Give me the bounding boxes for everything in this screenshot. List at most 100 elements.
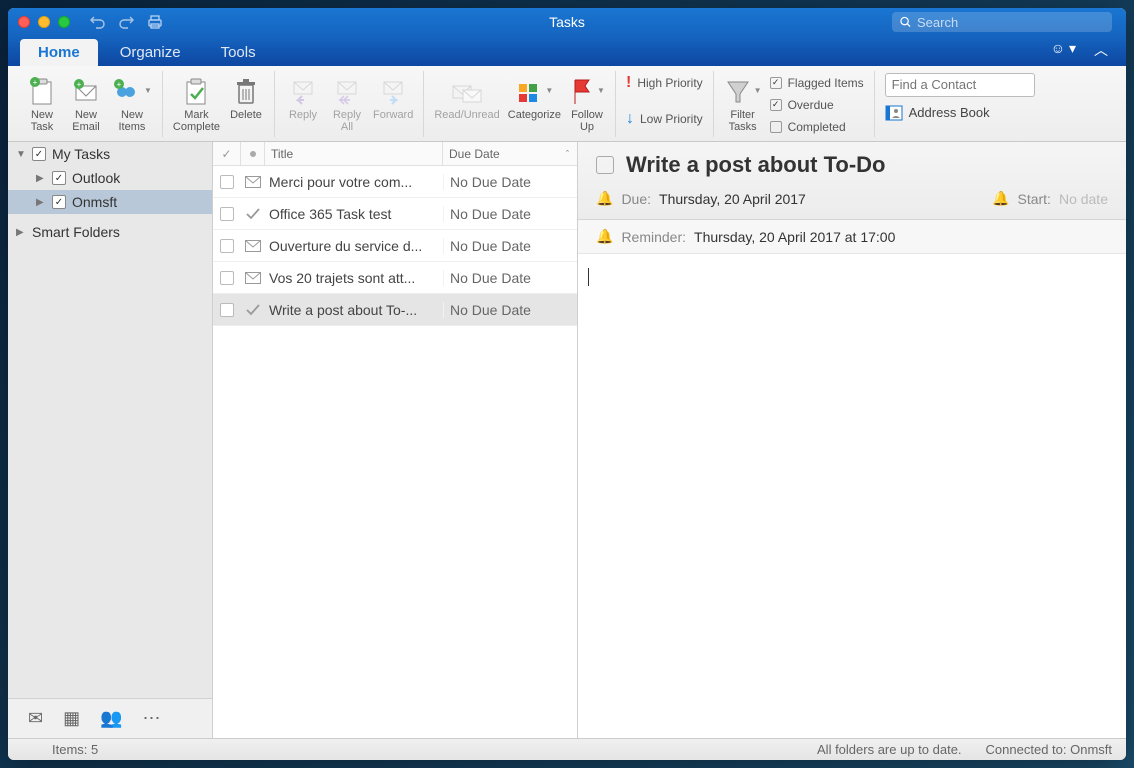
search-input[interactable] (917, 15, 1104, 30)
row-checkbox[interactable] (220, 303, 234, 317)
col-complete[interactable]: ✓ (213, 142, 241, 165)
address-book-button[interactable]: Address Book (885, 105, 1035, 121)
high-priority-button[interactable]: ! High Priority (626, 73, 703, 93)
mark-complete-button[interactable]: MarkComplete (169, 71, 224, 135)
row-type-icon (241, 240, 265, 252)
follow-up-icon (569, 76, 595, 106)
detail-start[interactable]: 🔔 Start: No date (992, 190, 1108, 207)
app-window: Tasks Home Organize Tools ☺ ▾ ︿ + NewTas… (8, 8, 1126, 760)
task-row[interactable]: Vos 20 trajets sont att...No Due Date (213, 262, 577, 294)
new-items-label: NewItems (119, 109, 146, 133)
reply-icon (290, 76, 316, 106)
nav-mail-icon[interactable]: ✉ (28, 708, 43, 729)
low-priority-label: Low Priority (640, 112, 703, 126)
new-task-icon: + (29, 76, 55, 106)
new-email-button[interactable]: + NewEmail (64, 71, 108, 135)
filter-tasks-button[interactable]: ▼ FilterTasks (720, 71, 766, 135)
new-email-icon: + (73, 76, 99, 106)
undo-icon[interactable] (90, 15, 106, 29)
window-controls (8, 16, 70, 28)
row-title: Ouverture du service d... (265, 238, 443, 254)
read-unread-icon (451, 76, 483, 106)
high-priority-label: High Priority (637, 76, 702, 90)
read-unread-button[interactable]: Read/Unread (430, 71, 503, 123)
bell-icon: 🔔 (596, 190, 613, 207)
filter-tasks-label: FilterTasks (729, 109, 757, 133)
bell-icon: 🔔 (992, 190, 1009, 207)
nav-calendar-icon[interactable]: ▦ (63, 708, 80, 729)
search-icon (900, 16, 911, 28)
row-checkbox[interactable] (220, 207, 234, 221)
sidebar-my-tasks[interactable]: ▼✓ My Tasks (8, 142, 212, 166)
collapse-ribbon-icon[interactable]: ︿ (1094, 40, 1108, 60)
categorize-button[interactable]: ▼ Categorize (504, 71, 565, 123)
low-priority-button[interactable]: ↓ Low Priority (626, 109, 703, 129)
tab-tools[interactable]: Tools (203, 39, 274, 66)
forward-button[interactable]: Forward (369, 71, 417, 123)
delete-button[interactable]: Delete (224, 71, 268, 123)
quick-access-toolbar (90, 14, 164, 30)
detail-complete-checkbox[interactable] (596, 156, 614, 174)
svg-text:+: + (33, 78, 38, 87)
detail-pane: Write a post about To-Do 🔔 Due: Thursday… (578, 142, 1126, 738)
row-title: Write a post about To-... (265, 302, 443, 318)
follow-up-button[interactable]: ▼ FollowUp (565, 71, 609, 135)
filter-flagged-items[interactable]: ✓Flagged Items (770, 73, 864, 93)
nav-more-icon[interactable]: ⋯ (143, 708, 161, 729)
row-type-icon (241, 304, 265, 316)
find-contact-input[interactable] (885, 73, 1035, 97)
redo-icon[interactable] (118, 15, 134, 29)
new-task-label: NewTask (31, 109, 54, 133)
new-items-button[interactable]: +▼ NewItems (108, 71, 156, 135)
row-checkbox[interactable] (220, 175, 234, 189)
row-title: Vos 20 trajets sont att... (265, 270, 443, 286)
forward-label: Forward (373, 109, 413, 121)
filter-overdue[interactable]: ✓Overdue (770, 95, 864, 115)
ribbon-tabs: Home Organize Tools ☺ ▾ ︿ (8, 36, 1126, 66)
sidebar-nav-bar: ✉ ▦ 👥 ⋯ (8, 698, 212, 738)
col-due-date[interactable]: Due Dateˆ (443, 142, 577, 165)
detail-reminder[interactable]: 🔔 Reminder: Thursday, 20 April 2017 at 1… (578, 220, 1126, 254)
svg-text:+: + (77, 80, 82, 89)
row-checkbox[interactable] (220, 239, 234, 253)
sidebar-outlook[interactable]: ▶✓ Outlook (8, 166, 212, 190)
status-bar: Items: 5 All folders are up to date. Con… (8, 738, 1126, 760)
detail-notes[interactable] (578, 254, 1126, 738)
task-row[interactable]: Merci pour votre com...No Due Date (213, 166, 577, 198)
col-title[interactable]: Title (265, 142, 443, 165)
reply-all-label: ReplyAll (333, 109, 361, 133)
tab-organize[interactable]: Organize (102, 39, 199, 66)
reply-button[interactable]: Reply (281, 71, 325, 123)
close-button[interactable] (18, 16, 30, 28)
tab-home[interactable]: Home (20, 39, 98, 66)
reply-all-button[interactable]: ReplyAll (325, 71, 369, 135)
new-task-button[interactable]: + NewTask (20, 71, 64, 135)
maximize-button[interactable] (58, 16, 70, 28)
new-items-icon: + (112, 76, 142, 106)
task-row[interactable]: Office 365 Task testNo Due Date (213, 198, 577, 230)
minimize-button[interactable] (38, 16, 50, 28)
detail-due[interactable]: 🔔 Due: Thursday, 20 April 2017 (596, 190, 806, 207)
sidebar-onmsft[interactable]: ▶✓ Onmsft (8, 190, 212, 214)
row-due: No Due Date (443, 206, 577, 222)
search-field[interactable] (892, 12, 1112, 32)
row-checkbox[interactable] (220, 271, 234, 285)
delete-label: Delete (230, 109, 262, 121)
print-icon[interactable] (146, 14, 164, 30)
sidebar-smart-folders[interactable]: ▶ Smart Folders (8, 220, 212, 244)
detail-title: Write a post about To-Do (626, 152, 886, 178)
address-book-label: Address Book (909, 105, 990, 120)
task-row[interactable]: Ouverture du service d...No Due Date (213, 230, 577, 262)
feedback-icon[interactable]: ☺ ▾ (1051, 40, 1076, 60)
filter-completed[interactable]: Completed (770, 117, 864, 137)
row-title: Merci pour votre com... (265, 174, 443, 190)
task-row[interactable]: Write a post about To-...No Due Date (213, 294, 577, 326)
row-due: No Due Date (443, 238, 577, 254)
follow-up-label: FollowUp (571, 109, 603, 133)
nav-people-icon[interactable]: 👥 (100, 708, 122, 729)
task-rows: Merci pour votre com...No Due DateOffice… (213, 166, 577, 738)
categorize-label: Categorize (508, 109, 561, 121)
row-type-icon (241, 208, 265, 220)
status-sync: All folders are up to date. (817, 742, 962, 757)
col-flag[interactable] (241, 142, 265, 165)
